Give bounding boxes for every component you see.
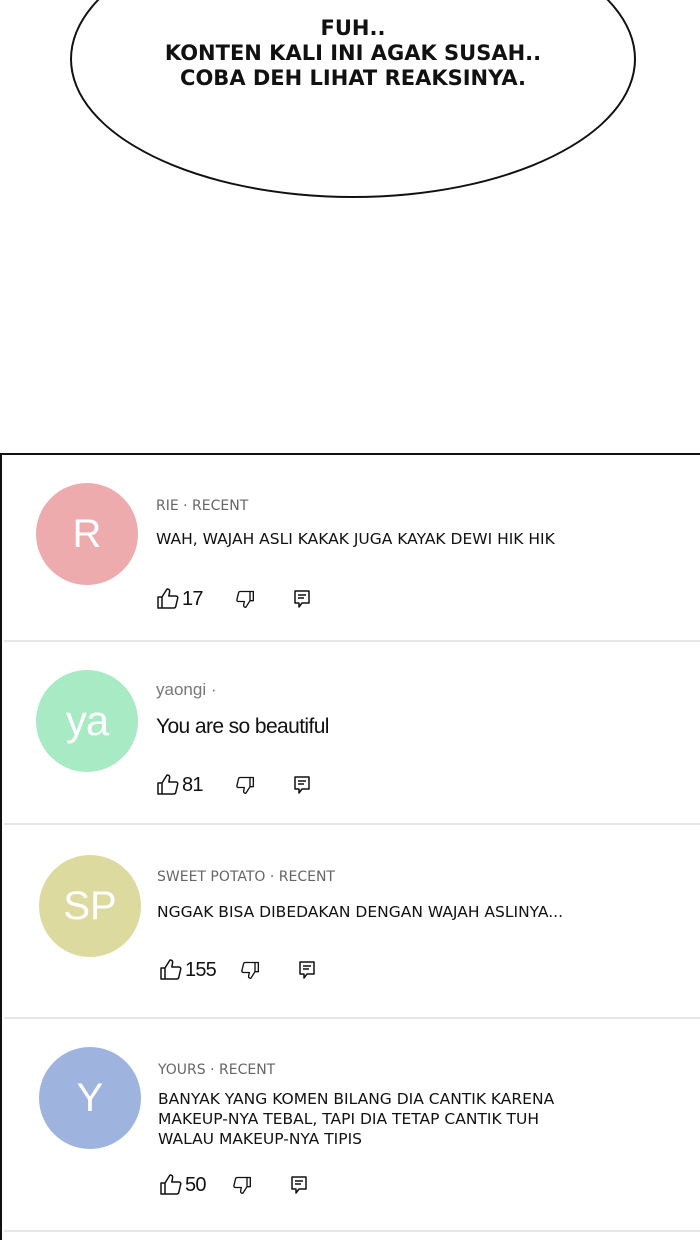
like-count: 81 bbox=[182, 773, 203, 796]
comment-actions: 155 bbox=[159, 957, 316, 983]
comment-divider bbox=[4, 1230, 700, 1232]
like-count: 50 bbox=[185, 1173, 206, 1196]
like-button[interactable]: 17 bbox=[156, 587, 203, 611]
comment-meta: yaongi · bbox=[156, 680, 217, 699]
bubble-line-3: COBA DEH LIHAT REAKSINYA. bbox=[180, 66, 526, 90]
thumbs-up-icon bbox=[157, 774, 179, 795]
reply-icon[interactable] bbox=[293, 589, 311, 609]
bubble-line-1: FUH.. bbox=[320, 16, 386, 40]
comment-actions: 17 bbox=[156, 586, 311, 612]
comment-actions: 81 bbox=[156, 772, 311, 798]
comment-text: You are so beautiful bbox=[156, 715, 329, 738]
comment-text-line: MAKEUP-NYA TEBAL, TAPI DIA TETAP CANTIK … bbox=[158, 1110, 540, 1128]
comment-meta: RIE · RECENT bbox=[156, 498, 249, 514]
speech-bubble-text: FUH.. KONTEN KALI INI AGAK SUSAH.. COBA … bbox=[70, 16, 636, 91]
comment-divider bbox=[4, 1017, 700, 1019]
like-count: 17 bbox=[182, 587, 203, 610]
avatar: ya bbox=[36, 670, 138, 772]
thumbs-down-icon[interactable] bbox=[232, 1175, 252, 1195]
reply-icon[interactable] bbox=[290, 1175, 308, 1195]
comment-meta: YOURS · RECENT bbox=[158, 1062, 276, 1078]
bubble-line-2: KONTEN KALI INI AGAK SUSAH.. bbox=[164, 41, 542, 65]
comment-text-line: BANYAK YANG KOMEN BILANG DIA CANTIK KARE… bbox=[158, 1090, 555, 1108]
like-button[interactable]: 155 bbox=[159, 958, 217, 982]
comment-meta: SWEET POTATO · RECENT bbox=[157, 869, 335, 885]
comment-text: WAH, WAJAH ASLI KAKAK JUGA KAYAK DEWI HI… bbox=[156, 530, 555, 548]
comment-panel: R RIE · RECENT WAH, WAJAH ASLI KAKAK JUG… bbox=[0, 453, 700, 1240]
like-button[interactable]: 81 bbox=[156, 773, 203, 797]
thumbs-down-icon[interactable] bbox=[235, 589, 255, 609]
thumbs-down-icon[interactable] bbox=[235, 775, 255, 795]
like-count: 155 bbox=[185, 958, 217, 981]
comment-divider bbox=[4, 823, 700, 825]
comment-text: BANYAK YANG KOMEN BILANG DIA CANTIK KARE… bbox=[158, 1089, 678, 1149]
comment-text-line: WALAU MAKEUP-NYA TIPIS bbox=[158, 1130, 363, 1148]
thumbs-up-icon bbox=[160, 959, 182, 980]
avatar: Y bbox=[39, 1047, 141, 1149]
reply-icon[interactable] bbox=[298, 960, 316, 980]
reply-icon[interactable] bbox=[293, 775, 311, 795]
comment-actions: 50 bbox=[159, 1172, 308, 1198]
avatar: SP bbox=[39, 855, 141, 957]
comment-text: NGGAK BISA DIBEDAKAN DENGAN WAJAH ASLINY… bbox=[157, 903, 564, 921]
thumbs-up-icon bbox=[157, 588, 179, 609]
thumbs-down-icon[interactable] bbox=[240, 960, 260, 980]
like-button[interactable]: 50 bbox=[159, 1173, 206, 1197]
comment-divider bbox=[4, 640, 700, 642]
avatar: R bbox=[36, 483, 138, 585]
thumbs-up-icon bbox=[160, 1174, 182, 1195]
speech-bubble-area: FUH.. KONTEN KALI INI AGAK SUSAH.. COBA … bbox=[0, 0, 700, 420]
